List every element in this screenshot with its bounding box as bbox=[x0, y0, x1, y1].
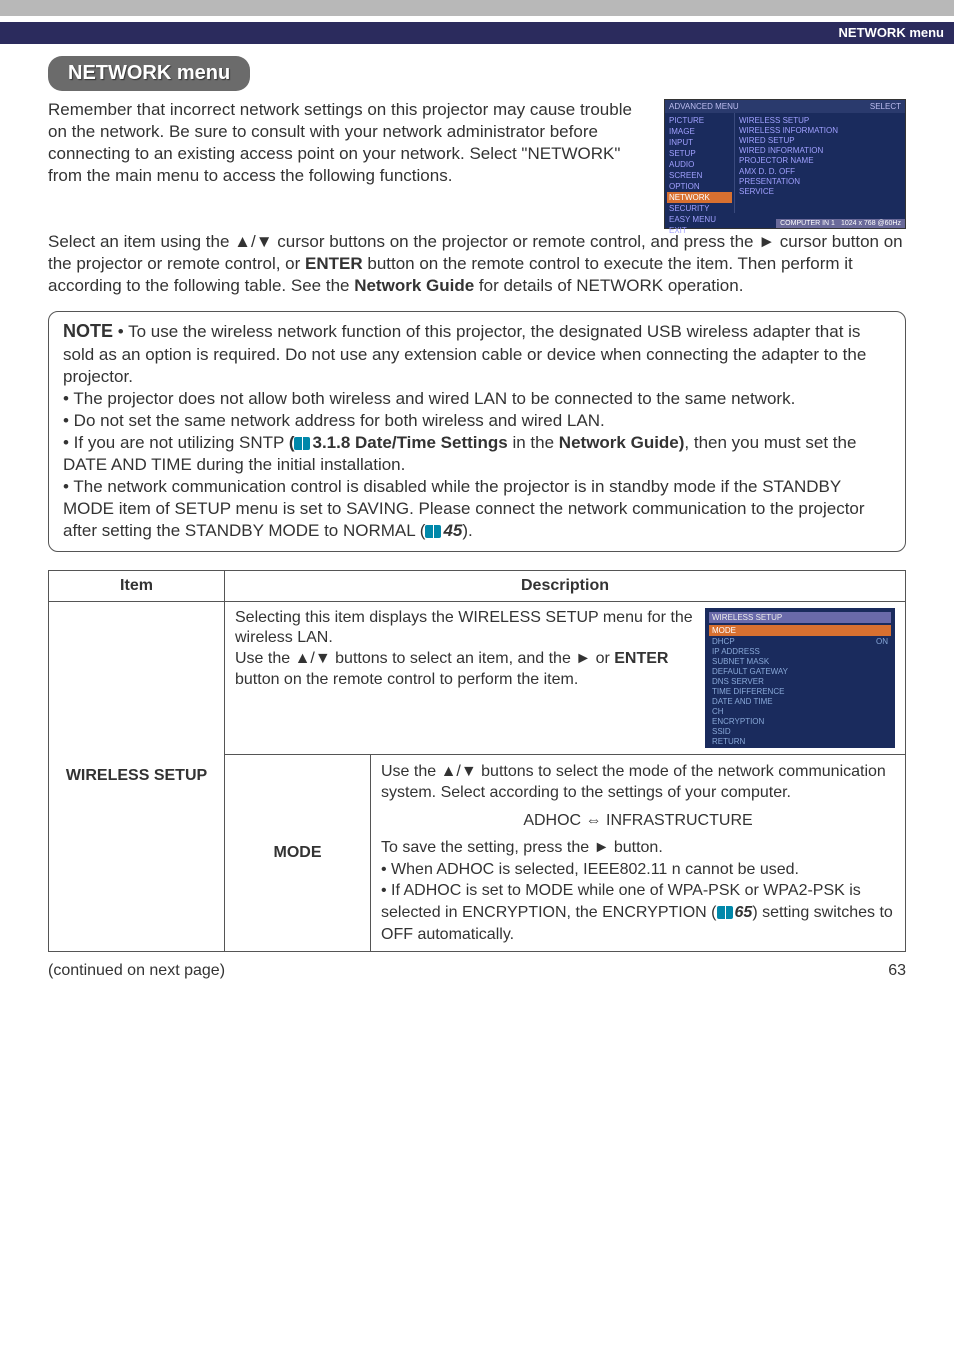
note-box: NOTE • To use the wireless network funct… bbox=[48, 311, 906, 551]
wshot-row: SSID bbox=[712, 727, 731, 736]
menu-left-item: SCREEN bbox=[667, 170, 732, 181]
book-icon bbox=[425, 525, 441, 538]
wshot-row: IP ADDRESS bbox=[712, 647, 760, 656]
menu-right-item: WIRED SETUP bbox=[739, 135, 901, 145]
note-bullet: • Do not set the same network address fo… bbox=[63, 411, 605, 430]
wshot-row: DHCP bbox=[712, 637, 735, 646]
table-item-wireless-setup: WIRELESS SETUP bbox=[49, 601, 225, 952]
wshot-row: DEFAULT GATEWAY bbox=[712, 667, 788, 676]
menu-footer-right: 1024 x 768 @60Hz bbox=[841, 220, 901, 227]
wshot-mode: MODE bbox=[712, 626, 736, 635]
note-label: NOTE bbox=[63, 321, 113, 341]
menu-left-item: INPUT bbox=[667, 137, 732, 148]
menu-left-item: EXIT bbox=[667, 225, 732, 236]
menu-screenshot: ADVANCED MENU SELECT PICTURE IMAGE INPUT… bbox=[664, 99, 906, 229]
intro-paragraph-1: Remember that incorrect network settings… bbox=[48, 99, 654, 229]
wshot-row: CH bbox=[712, 707, 724, 716]
note-bullet: • The network communication control is d… bbox=[63, 477, 865, 540]
intro-paragraph-2: Select an item using the ▲/▼ cursor butt… bbox=[48, 231, 906, 297]
menu-left-item: OPTION bbox=[667, 181, 732, 192]
wshot-row: ENCRYPTION bbox=[712, 717, 764, 726]
settings-table: Item Description WIRELESS SETUP Selectin… bbox=[48, 570, 906, 953]
menu-right-item: WIRELESS SETUP bbox=[739, 115, 901, 125]
wshot-row: SUBNET MASK bbox=[712, 657, 769, 666]
menu-right-item: PROJECTOR NAME bbox=[739, 155, 901, 165]
wshot-row-val: ON bbox=[876, 637, 888, 646]
note-bullet: • To use the wireless network function o… bbox=[63, 322, 866, 385]
mode-description: Use the ▲/▼ buttons to select the mode o… bbox=[371, 754, 906, 952]
menu-right-item: AMX D. D. OFF bbox=[739, 166, 901, 176]
wireless-setup-screenshot: WIRELESS SETUP MODE DHCP ON IP ADDRESS SU… bbox=[705, 608, 895, 748]
menu-header-left: ADVANCED MENU bbox=[669, 102, 739, 111]
menu-right-item: PRESENTATION bbox=[739, 176, 901, 186]
book-icon bbox=[294, 437, 310, 450]
menu-footer-left: COMPUTER IN 1 bbox=[780, 220, 835, 227]
continued-label: (continued on next page) bbox=[48, 962, 225, 980]
category-header: NETWORK menu bbox=[0, 22, 954, 44]
menu-right-item: WIRELESS INFORMATION bbox=[739, 125, 901, 135]
wshot-row: RETURN bbox=[712, 737, 745, 746]
section-title: NETWORK menu bbox=[48, 56, 250, 91]
menu-left-item-selected: NETWORK bbox=[667, 192, 732, 203]
page-number: 63 bbox=[888, 962, 906, 980]
menu-right-item: WIRED INFORMATION bbox=[739, 145, 901, 155]
menu-header-right: SELECT bbox=[870, 102, 901, 111]
note-bullet: • The projector does not allow both wire… bbox=[63, 389, 795, 408]
wireless-setup-description: Selecting this item displays the WIRELES… bbox=[235, 608, 695, 691]
menu-left-item: PICTURE bbox=[667, 115, 732, 126]
note-bullet: • If you are not utilizing SNTP (3.1.8 D… bbox=[63, 433, 856, 474]
wshot-header: WIRELESS SETUP bbox=[712, 613, 782, 622]
table-subitem-mode: MODE bbox=[225, 754, 371, 952]
table-head-item: Item bbox=[49, 570, 225, 601]
menu-left-item: AUDIO bbox=[667, 159, 732, 170]
menu-left-item: IMAGE bbox=[667, 126, 732, 137]
wshot-row: TIME DIFFERENCE bbox=[712, 687, 784, 696]
table-head-description: Description bbox=[225, 570, 906, 601]
wshot-row: DATE AND TIME bbox=[712, 697, 773, 706]
menu-left-item: SECURITY bbox=[667, 203, 732, 214]
wshot-row: DNS SERVER bbox=[712, 677, 764, 686]
book-icon bbox=[717, 906, 733, 919]
menu-left-item: EASY MENU bbox=[667, 214, 732, 225]
menu-right-item: SERVICE bbox=[739, 186, 901, 196]
menu-left-item: SETUP bbox=[667, 148, 732, 159]
